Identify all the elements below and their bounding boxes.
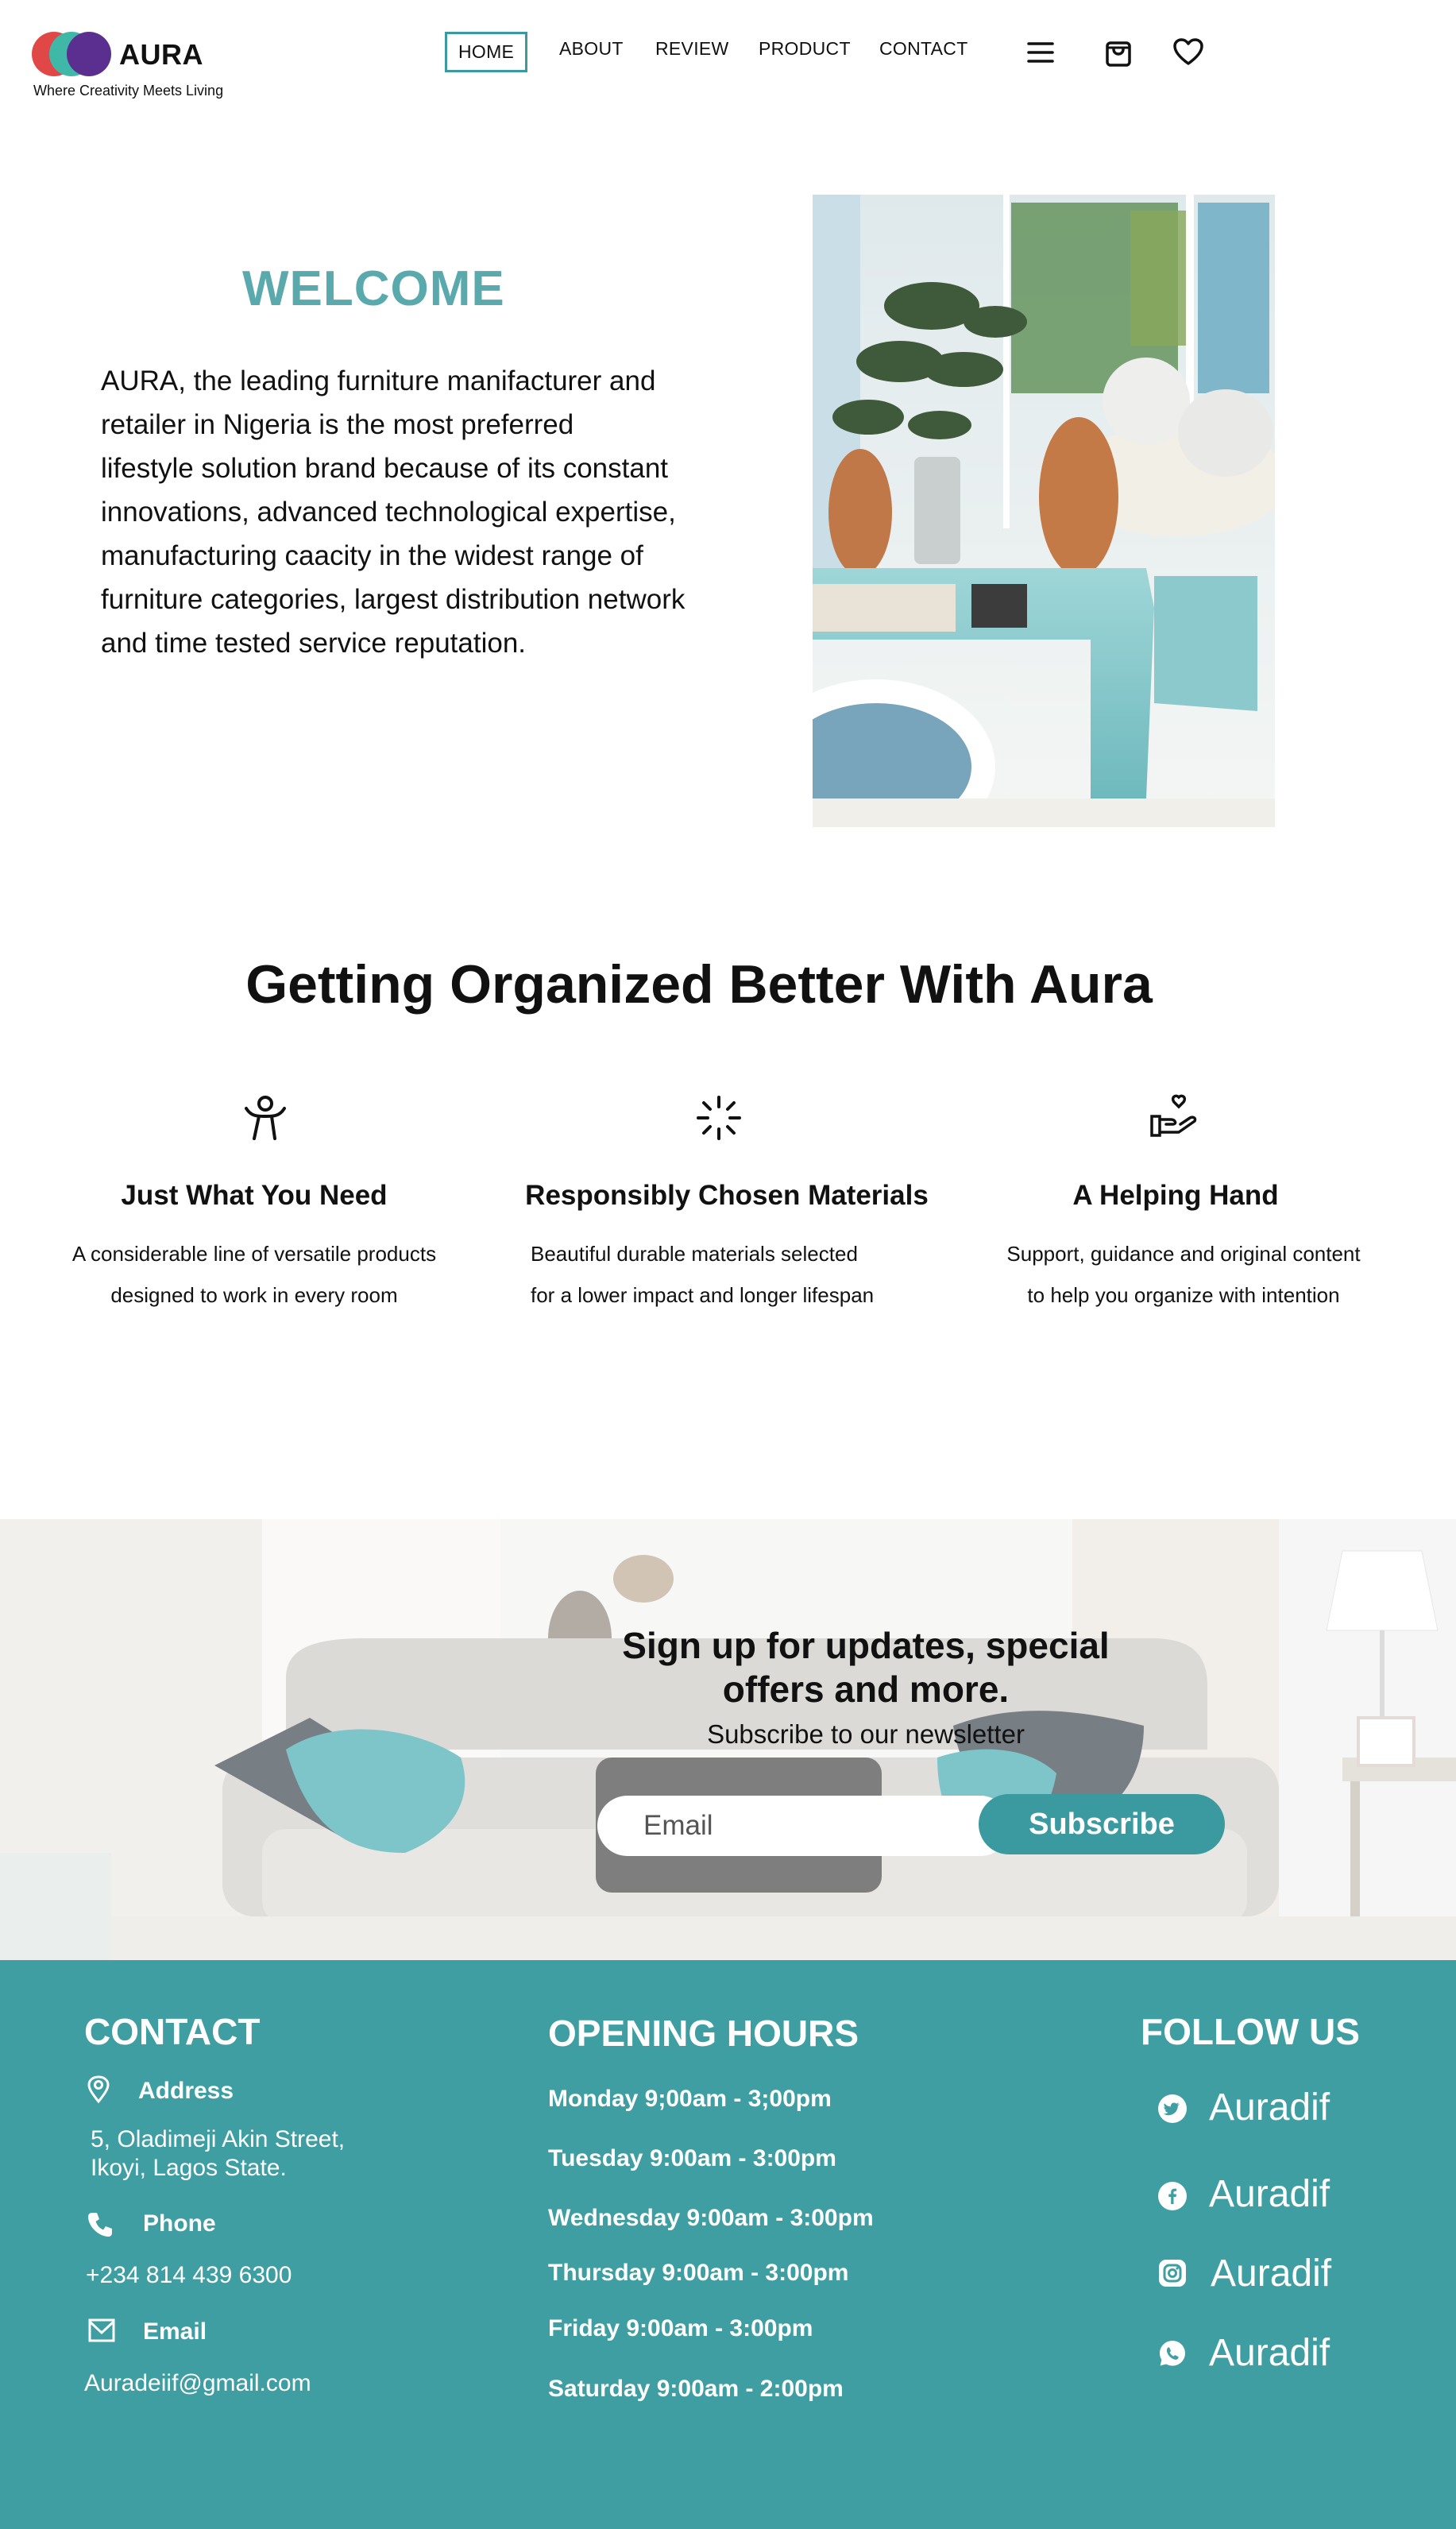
newsletter-title: Sign up for updates, special offers and … [622, 1625, 1110, 1710]
loader-icon [693, 1092, 744, 1143]
facebook-icon[interactable] [1158, 2182, 1187, 2210]
nav-home[interactable]: HOME [445, 32, 528, 72]
instagram-icon[interactable] [1158, 2259, 1187, 2287]
whatsapp-link[interactable]: Auradif [1209, 2331, 1330, 2375]
welcome-title: WELCOME [242, 261, 505, 316]
hours-row-thursday: Thursday 9:00am - 3:00pm [548, 2260, 849, 2286]
hero-image [813, 195, 1275, 827]
person-icon [240, 1092, 291, 1143]
hand-heart-icon [1149, 1092, 1199, 1143]
feature-title-1: Just What You Need [121, 1180, 388, 1211]
whatsapp-icon[interactable] [1158, 2339, 1187, 2368]
feature-desc-3: Support, guidance and original content to… [1006, 1242, 1361, 1307]
menu-icon[interactable] [1025, 37, 1056, 68]
email-input[interactable] [597, 1796, 1010, 1856]
nav-product[interactable]: PRODUCT [759, 38, 851, 60]
newsletter-subtitle: Subscribe to our newsletter [707, 1719, 1025, 1749]
email-address[interactable]: Auradeiif@gmail.com [84, 2369, 311, 2398]
nav-review[interactable]: REVIEW [655, 38, 729, 60]
contact-heading: CONTACT [84, 2011, 261, 2052]
hours-row-saturday: Saturday 9:00am - 2:00pm [548, 2376, 844, 2402]
nav-about[interactable]: ABOUT [559, 38, 624, 60]
hours-row-wednesday: Wednesday 9:00am - 3:00pm [548, 2205, 874, 2231]
logo-mark [32, 32, 111, 76]
hours-row-friday: Friday 9:00am - 3:00pm [548, 2315, 813, 2341]
subscribe-button[interactable]: Subscribe [979, 1794, 1225, 1854]
heart-icon[interactable] [1172, 37, 1204, 68]
mail-icon [87, 2317, 116, 2345]
feature-title-3: A Helping Hand [1072, 1180, 1279, 1211]
hours-heading: OPENING HOURS [548, 2013, 859, 2054]
phone-icon [86, 2210, 114, 2239]
welcome-text: AURA, the leading furniture manifacturer… [101, 365, 686, 659]
brand-tagline: Where Creativity Meets Living [33, 83, 224, 99]
twitter-link[interactable]: Auradif [1209, 2086, 1330, 2129]
twitter-icon[interactable] [1158, 2094, 1187, 2123]
feature-desc-2: Beautiful durable materials selected for … [531, 1242, 875, 1307]
facebook-link[interactable]: Auradif [1209, 2172, 1330, 2216]
hours-row-tuesday: Tuesday 9:00am - 3:00pm [548, 2145, 836, 2171]
instagram-link[interactable]: Auradif [1211, 2252, 1331, 2295]
follow-heading: FOLLOW US [1141, 2011, 1360, 2052]
feature-title-2: Responsibly Chosen Materials [525, 1180, 929, 1211]
hours-row-monday: Monday 9;00am - 3;00pm [548, 2086, 832, 2112]
features-title: Getting Organized Better With Aura [245, 954, 1153, 1015]
feature-desc-1: A considerable line of versatile product… [71, 1242, 437, 1307]
address-label: Address [138, 2078, 234, 2104]
location-icon [84, 2075, 113, 2104]
shopping-bag-icon[interactable] [1103, 37, 1134, 68]
phone-label: Phone [143, 2210, 216, 2237]
nav-contact[interactable]: CONTACT [879, 38, 968, 60]
address-text: 5, Oladimeji Akin Street, Ikoyi, Lagos S… [91, 2126, 346, 2181]
brand-name[interactable]: AURA [119, 38, 203, 72]
email-label: Email [143, 2318, 207, 2345]
phone-number[interactable]: +234 814 439 6300 [86, 2261, 292, 2290]
